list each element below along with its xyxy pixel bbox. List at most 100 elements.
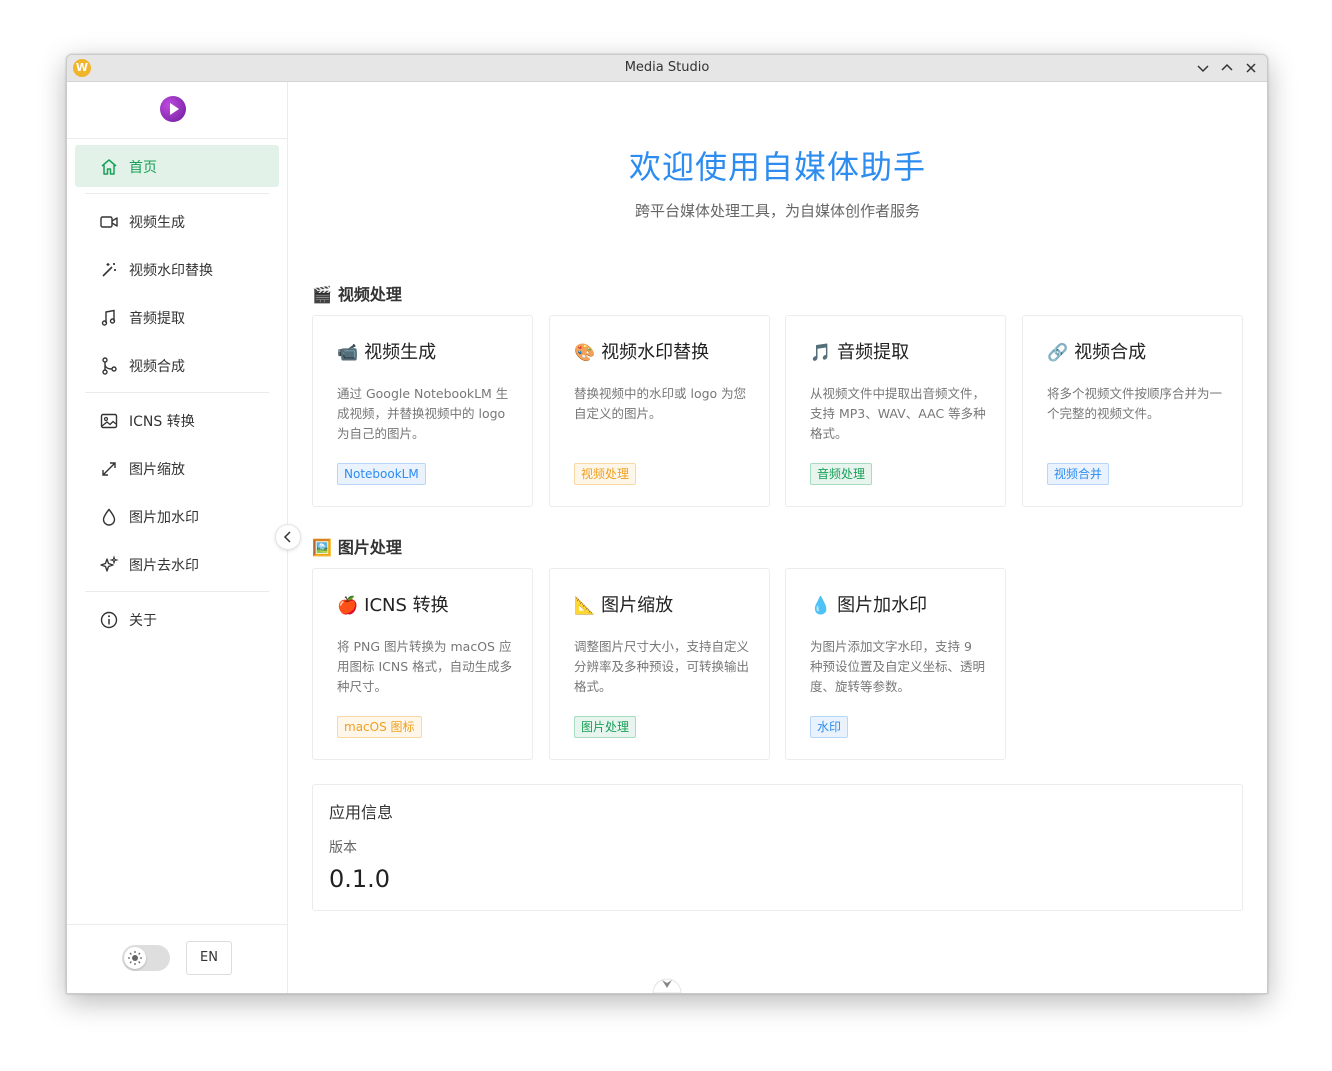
card-watermark-replace[interactable]: 🎨 视频水印替换 替换视频中的水印或 logo 为您自定义的图片。 视频处理 [549, 315, 770, 507]
logo-area [67, 82, 287, 139]
card-audio-extract[interactable]: 🎵 音频提取 从视频文件中提取出音频文件，支持 MP3、WAV、AAC 等多种格式… [785, 315, 1006, 507]
card-description: 将多个视频文件按顺序合并为一个完整的视频文件。 [1047, 386, 1223, 421]
sidebar-item-home[interactable]: 首页 [75, 145, 279, 187]
title-bar: W Media Studio [67, 55, 1267, 82]
card-tag: 视频处理 [574, 463, 637, 485]
version-label: 版本 [329, 840, 357, 856]
card-description: 替换视频中的水印或 logo 为您自定义的图片。 [574, 386, 747, 421]
sidebar-item-label: 图片去水印 [129, 558, 199, 574]
card-title-label: 视频生成 [364, 342, 437, 363]
chevron-down-icon [652, 978, 682, 993]
nav-divider [85, 591, 269, 592]
sidebar-item-watermark-remove[interactable]: 图片去水印 [75, 543, 279, 585]
section-title-label: 图片处理 [337, 538, 402, 557]
sidebar-item-label: 首页 [129, 160, 157, 176]
card-title: 📐 图片缩放 [574, 591, 673, 617]
close-button[interactable] [1241, 58, 1261, 78]
collapse-sidebar-button[interactable] [275, 524, 301, 550]
card-title-label: 视频水印替换 [601, 342, 710, 363]
sidebar-item-watermark-replace[interactable]: 视频水印替换 [75, 248, 279, 290]
resize-icon [99, 459, 119, 479]
clapper-icon: 🎬 [312, 285, 332, 304]
scroll-down-button[interactable] [652, 967, 682, 993]
sidebar-item-image-resize[interactable]: 图片缩放 [75, 447, 279, 489]
app-window: W Media Studio 首页 视频生成 视频水印替换 音频提取 视频合成 … [66, 54, 1268, 994]
card-title-label: 图片缩放 [601, 595, 674, 616]
card-title: 🎨 视频水印替换 [574, 338, 709, 364]
palette-icon: 🎨 [574, 343, 596, 363]
link-icon: 🔗 [1047, 343, 1069, 363]
merge-icon [99, 356, 119, 376]
video-camera-icon [99, 212, 119, 232]
sidebar-item-about[interactable]: 关于 [75, 598, 279, 640]
sidebar-item-image-watermark[interactable]: 图片加水印 [75, 495, 279, 537]
page-subtitle: 跨平台媒体处理工具，为自媒体创作者服务 [634, 202, 920, 220]
info-icon [99, 610, 119, 630]
language-button[interactable]: EN [186, 941, 232, 975]
sidebar-item-video-merge[interactable]: 视频合成 [75, 344, 279, 386]
card-image-resize[interactable]: 📐 图片缩放 调整图片尺寸大小，支持自定义分辨率及多种预设，可转换输出格式。 图片… [549, 568, 770, 760]
page-title: 欢迎使用自媒体助手 [628, 148, 926, 186]
card-tag: 视频合并 [1047, 463, 1110, 485]
card-description: 调整图片尺寸大小，支持自定义分辨率及多种预设，可转换输出格式。 [574, 639, 750, 694]
app-info-card: 应用信息 版本 0.1.0 [312, 784, 1243, 911]
music-note-icon [99, 308, 119, 328]
sidebar: 首页 视频生成 视频水印替换 音频提取 视频合成 ICNS 转换 图片缩放 图片… [67, 82, 288, 993]
sidebar-item-label: 关于 [129, 613, 157, 629]
card-description: 通过 Google NotebookLM 生成视频，并替换视频中的 logo 为… [337, 386, 509, 441]
sidebar-item-label: 图片缩放 [129, 462, 185, 478]
minimize-button[interactable] [1193, 58, 1213, 78]
card-image-watermark[interactable]: 💧 图片加水印 为图片添加文字水印，支持 9 种预设位置及自定义坐标、透明度、旋转… [785, 568, 1006, 760]
chevron-up-icon [1221, 63, 1233, 71]
magic-wand-icon [99, 260, 119, 280]
card-description: 为图片添加文字水印，支持 9 种预设位置及自定义坐标、透明度、旋转等参数。 [810, 639, 986, 694]
sidebar-item-label: ICNS 转换 [129, 414, 195, 430]
card-title-label: ICNS 转换 [364, 595, 449, 616]
nav-divider [85, 392, 269, 393]
chevron-left-icon [283, 531, 291, 543]
sidebar-item-label: 音频提取 [129, 311, 185, 327]
card-tag: 水印 [810, 716, 849, 738]
picture-icon: 🖼️ [312, 538, 332, 557]
card-description: 从视频文件中提取出音频文件，支持 MP3、WAV、AAC 等多种格式。 [810, 386, 986, 441]
music-note-icon: 🎵 [810, 343, 832, 363]
main-content: 欢迎使用自媒体助手 跨平台媒体处理工具，为自媒体创作者服务 🎬 视频处理 📹 视频生… [288, 82, 1267, 993]
card-title: 🍎 ICNS 转换 [337, 591, 449, 617]
maximize-button[interactable] [1217, 58, 1237, 78]
sidebar-item-video-generate[interactable]: 视频生成 [75, 200, 279, 242]
card-video-generate[interactable]: 📹 视频生成 通过 Google NotebookLM 生成视频，并替换视频中的 … [312, 315, 533, 507]
card-title-label: 图片加水印 [837, 595, 928, 616]
apple-icon: 🍎 [337, 596, 359, 616]
app-info-title: 应用信息 [329, 803, 394, 822]
droplet-icon: 💧 [810, 596, 832, 616]
droplet-icon [99, 507, 119, 527]
close-icon [1246, 63, 1256, 73]
home-icon [99, 157, 119, 177]
card-video-merge[interactable]: 🔗 视频合成 将多个视频文件按顺序合并为一个完整的视频文件。 视频合并 [1022, 315, 1243, 507]
card-title: 🔗 视频合成 [1047, 338, 1146, 364]
card-title: 🎵 音频提取 [810, 338, 909, 364]
sidebar-item-label: 视频生成 [129, 215, 185, 231]
card-icns[interactable]: 🍎 ICNS 转换 将 PNG 图片转换为 macOS 应用图标 ICNS 格式，… [312, 568, 533, 760]
version-value: 0.1.0 [329, 865, 391, 893]
card-description: 将 PNG 图片转换为 macOS 应用图标 ICNS 格式，自动生成多种尺寸。 [337, 639, 513, 694]
app-logo-icon [160, 96, 186, 122]
card-tag: NotebookLM [337, 463, 426, 485]
video-camera-icon: 📹 [337, 343, 359, 363]
sidebar-item-label: 视频合成 [129, 359, 185, 375]
card-tag: 图片处理 [574, 716, 637, 738]
sidebar-item-icns[interactable]: ICNS 转换 [75, 399, 279, 441]
card-tag: macOS 图标 [337, 716, 422, 738]
sun-icon [124, 947, 146, 969]
card-title-label: 视频合成 [1074, 342, 1147, 363]
sidebar-item-label: 视频水印替换 [129, 263, 213, 279]
sidebar-footer: EN [67, 924, 287, 993]
card-title: 📹 视频生成 [337, 338, 436, 364]
section-title-video: 🎬 视频处理 [312, 281, 402, 305]
nav-divider [85, 193, 269, 194]
sidebar-item-audio-extract[interactable]: 音频提取 [75, 296, 279, 338]
card-tag: 音频处理 [810, 463, 873, 485]
section-title-image: 🖼️ 图片处理 [312, 534, 402, 558]
theme-toggle[interactable] [122, 945, 170, 971]
card-title: 💧 图片加水印 [810, 591, 927, 617]
